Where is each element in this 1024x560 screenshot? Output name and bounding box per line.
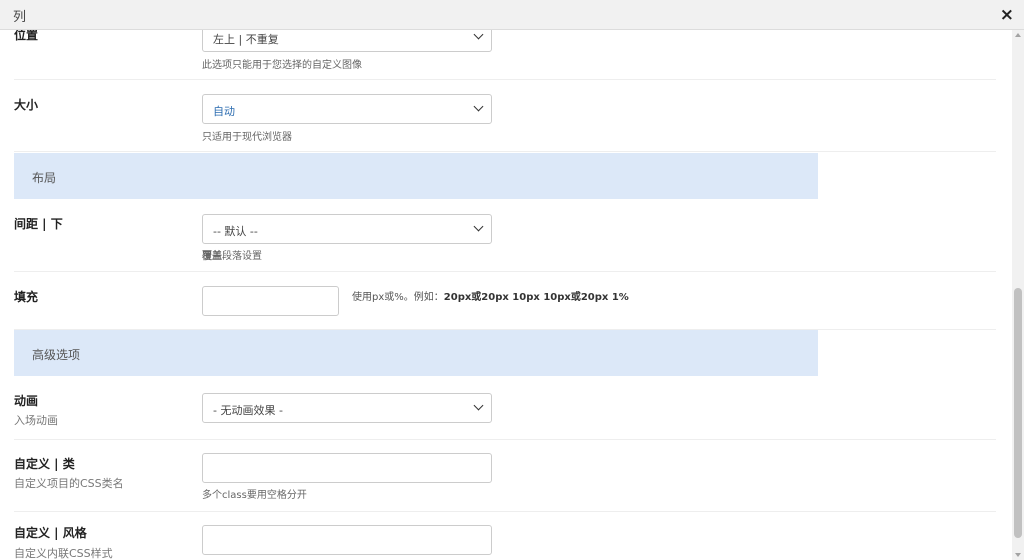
position-hint: 此选项只能用于您选择的自定义图像	[202, 60, 362, 71]
section-layout: 布局	[14, 153, 818, 199]
dialog-titlebar: 列 ×	[0, 0, 1024, 30]
spacing-bottom-label: 间距 | 下	[14, 217, 63, 231]
spacing-bottom-row: 间距 | 下 -- 默认 -- 覆盖段落设置	[14, 199, 996, 272]
custom-class-label: 自定义 | 类	[14, 457, 75, 471]
section-advanced-title: 高级选项	[32, 348, 81, 362]
scrollbar[interactable]	[1012, 30, 1024, 560]
animation-select-value: - 无动画效果 -	[213, 404, 283, 417]
spacing-bottom-select[interactable]: -- 默认 --	[202, 214, 492, 244]
close-icon[interactable]: ×	[1000, 5, 1014, 25]
animation-label: 动画	[14, 394, 39, 408]
custom-class-input[interactable]	[202, 453, 492, 483]
chevron-down-icon	[473, 400, 484, 411]
padding-label: 填充	[14, 290, 39, 304]
spacing-bottom-hint-text: 段落设置	[222, 251, 262, 262]
spacing-bottom-hint: 覆盖段落设置	[202, 247, 262, 262]
section-advanced: 高级选项	[14, 330, 818, 376]
scrollbar-thumb[interactable]	[1014, 288, 1022, 538]
spacing-bottom-hint-bold: 覆盖	[202, 251, 222, 262]
scroll-down-icon[interactable]	[1015, 553, 1021, 557]
custom-style-row: 自定义 | 风格 自定义内联CSS样式	[14, 512, 996, 560]
size-select-value: 自动	[213, 105, 235, 118]
padding-hint-example: 20px或20px 10px 10px或20px 1%	[443, 292, 629, 303]
size-select[interactable]: 自动	[202, 94, 492, 124]
custom-style-label: 自定义 | 风格	[14, 526, 87, 540]
chevron-down-icon	[473, 30, 484, 40]
animation-row: 动画 入场动画 - 无动画效果 -	[14, 376, 996, 440]
animation-sublabel: 入场动画	[14, 414, 58, 427]
size-row: 大小 自动 只适用于现代浏览器	[14, 80, 996, 152]
padding-input[interactable]	[202, 286, 339, 316]
custom-class-row: 自定义 | 类 自定义项目的CSS类名 多个class要用空格分开	[14, 440, 996, 512]
form-content: 位置 左上 | 不重复 此选项只能用于您选择的自定义图像 大小 自动 只适用于现…	[0, 30, 1012, 560]
position-row: 位置 左上 | 不重复 此选项只能用于您选择的自定义图像	[14, 30, 996, 80]
chevron-down-icon	[473, 101, 484, 112]
chevron-down-icon	[473, 221, 484, 232]
size-hint: 只适用于现代浏览器	[202, 132, 292, 143]
position-select-value: 左上 | 不重复	[213, 33, 279, 46]
custom-class-sublabel: 自定义项目的CSS类名	[14, 477, 124, 490]
section-layout-title: 布局	[32, 171, 57, 185]
padding-row: 填充 使用px或%。例如：20px或20px 10px 10px或20px 1%	[14, 272, 996, 330]
dialog-title: 列	[13, 10, 27, 25]
custom-class-hint: 多个class要用空格分开	[202, 490, 307, 501]
position-label: 位置	[14, 30, 39, 42]
position-select[interactable]: 左上 | 不重复	[202, 30, 492, 52]
scroll-up-icon[interactable]	[1015, 33, 1021, 37]
padding-hint: 使用px或%。例如：20px或20px 10px 10px或20px 1%	[352, 288, 629, 303]
padding-hint-prefix: 使用px或%。例如：	[352, 292, 444, 303]
spacing-bottom-select-value: -- 默认 --	[213, 225, 258, 238]
size-label: 大小	[14, 98, 39, 112]
custom-style-sublabel: 自定义内联CSS样式	[14, 547, 113, 560]
custom-style-input[interactable]	[202, 525, 492, 555]
animation-select[interactable]: - 无动画效果 -	[202, 393, 492, 423]
